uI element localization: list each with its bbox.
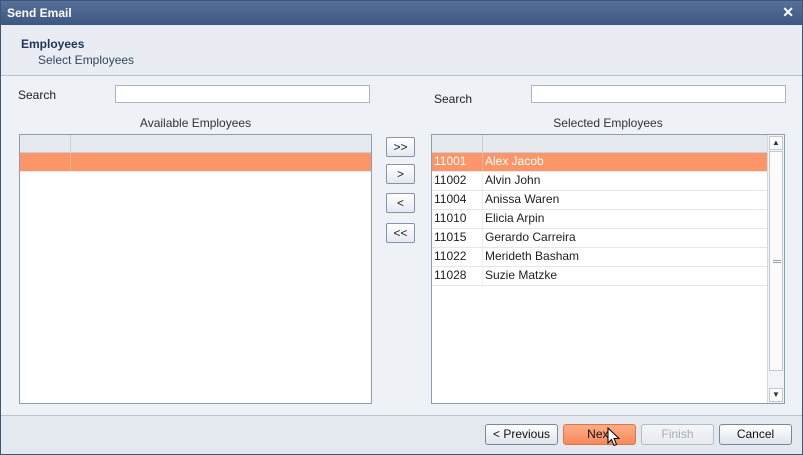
column-divider (482, 135, 483, 152)
scroll-up-icon[interactable]: ▲ (769, 136, 783, 150)
employee-id-cell: 11002 (434, 173, 467, 187)
remove-button[interactable]: < (386, 193, 415, 213)
table-row[interactable]: 11002 Alvin John (432, 172, 768, 191)
table-row[interactable]: 11028 Suzie Matzke (432, 267, 768, 286)
remove-all-button[interactable]: << (386, 223, 415, 243)
employee-id-cell: 11001 (434, 154, 467, 168)
table-row[interactable]: 11015 Gerardo Carreira (432, 229, 768, 248)
previous-button[interactable]: < Previous (485, 424, 558, 445)
employee-name-cell: Merideth Basham (485, 249, 580, 263)
column-divider (482, 229, 483, 247)
table-row[interactable]: 11010 Elicia Arpin (432, 210, 768, 229)
send-email-dialog: Send Email ✕ Employees Select Employees … (0, 0, 803, 455)
available-employees-title: Available Employees (139, 116, 252, 130)
cancel-button[interactable]: Cancel (719, 424, 792, 445)
selected-employees-grid[interactable]: 11001 Alex Jacob 11002 Alvin John 11004 Aniss… (431, 134, 785, 404)
employee-name-cell: Alvin John (485, 173, 541, 187)
employee-name-cell: Anissa Waren (485, 192, 560, 206)
column-divider (482, 172, 483, 190)
add-button[interactable]: > (386, 164, 415, 184)
employee-id-cell: 11010 (434, 211, 467, 225)
column-divider (482, 153, 483, 171)
column-divider (70, 153, 71, 171)
vertical-scrollbar[interactable]: ▲ ▼ (767, 135, 784, 403)
title-bar: Send Email ✕ (1, 1, 802, 25)
column-divider (482, 248, 483, 266)
close-icon[interactable]: ✕ (782, 4, 794, 21)
employee-name-cell: Suzie Matzke (485, 268, 558, 282)
selected-grid-header (432, 135, 768, 153)
employee-name-cell: Alex Jacob (485, 154, 544, 168)
grip-line (773, 260, 781, 261)
available-search-label: Search (18, 88, 57, 102)
add-all-button[interactable]: >> (386, 137, 415, 157)
table-row[interactable]: 11004 Anissa Waren (432, 191, 768, 210)
employee-id-cell: 11022 (434, 249, 467, 263)
employee-name-cell: Gerardo Carreira (485, 230, 576, 244)
window-title: Send Email (7, 6, 72, 20)
table-row[interactable]: 11001 Alex Jacob (432, 153, 768, 172)
employee-name-cell: Elicia Arpin (485, 211, 545, 225)
available-employees-grid[interactable] (19, 134, 372, 404)
wizard-header: Employees Select Employees (1, 25, 802, 76)
available-grid-header (20, 135, 371, 153)
selected-employees-title: Selected Employees (553, 116, 663, 130)
column-divider (482, 191, 483, 209)
page-title: Employees (21, 37, 85, 51)
selected-search-input[interactable] (531, 85, 786, 103)
finish-button: Finish (641, 424, 714, 445)
available-search-input[interactable] (115, 85, 370, 103)
employee-id-cell: 11015 (434, 230, 467, 244)
table-row[interactable] (20, 153, 371, 172)
scroll-down-icon[interactable]: ▼ (769, 388, 783, 402)
grip-line (773, 262, 781, 263)
column-divider (482, 210, 483, 228)
scroll-thumb[interactable] (769, 151, 783, 371)
page-subtitle: Select Employees (38, 53, 135, 67)
table-row[interactable]: 11022 Merideth Basham (432, 248, 768, 267)
mouse-pointer-icon (607, 427, 621, 447)
column-divider (70, 135, 71, 152)
employee-id-cell: 11004 (434, 192, 467, 206)
employee-id-cell: 11028 (434, 268, 467, 282)
next-button[interactable]: Next (563, 424, 636, 445)
column-divider (482, 267, 483, 285)
selected-rows: 11001 Alex Jacob 11002 Alvin John 11004 Aniss… (432, 153, 768, 286)
selected-search-label: Search (434, 92, 473, 106)
